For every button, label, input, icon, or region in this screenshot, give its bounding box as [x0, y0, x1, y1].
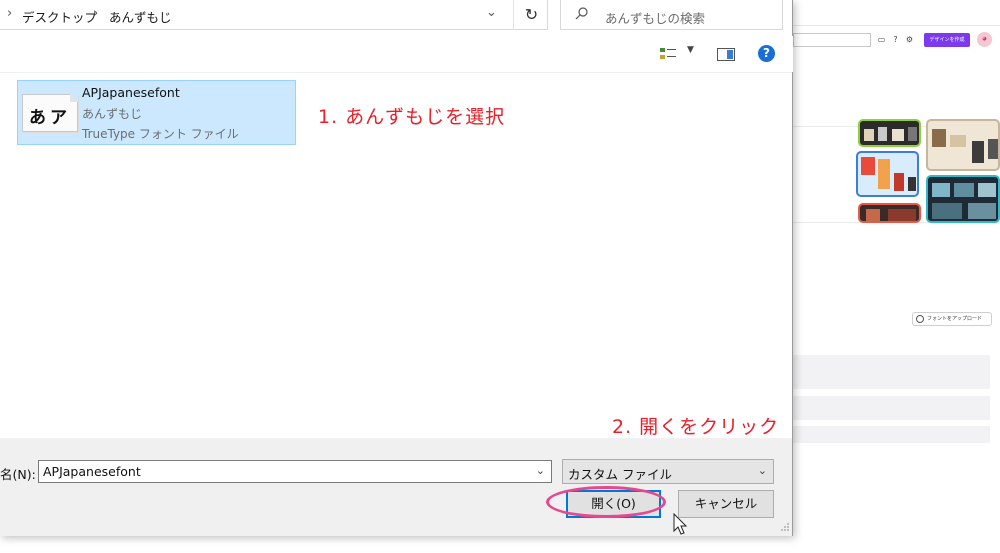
header-divider: [793, 25, 1000, 26]
address-bar[interactable]: › デスクトップ › あんずもじ ⌄: [0, 0, 548, 30]
placeholder-row: [793, 355, 990, 389]
refresh-icon[interactable]: ↻: [513, 0, 549, 30]
filetype-select[interactable]: カスタム ファイル ⌄: [562, 459, 774, 484]
chevron-down-icon[interactable]: ⌄: [536, 464, 545, 477]
create-design-button[interactable]: デザインを作成: [924, 33, 970, 47]
chevron-right-icon: ›: [7, 6, 13, 21]
preview-pane-icon[interactable]: [717, 48, 735, 61]
annotation-step1: 1. あんずもじを選択: [318, 106, 506, 128]
avatar[interactable]: ◕: [977, 32, 992, 47]
background-web-app: ▭ ? ⚙ デザインを作成 ◕ フォントをアップロード: [793, 0, 1000, 553]
annotation-step2: 2. 開くをクリック: [612, 416, 780, 438]
file-open-dialog: › デスクトップ › あんずもじ ⌄ ↻ あんずもじの検索 ▼ ? あア APJ…: [0, 0, 793, 536]
breadcrumb-anzumoji[interactable]: あんずもじ: [109, 7, 172, 26]
template-thumb[interactable]: [858, 119, 921, 147]
search-input[interactable]: あんずもじの検索: [560, 0, 783, 30]
resize-grip-icon[interactable]: [780, 522, 790, 532]
help-icon[interactable]: ?: [758, 45, 775, 62]
file-type: TrueType フォント ファイル: [82, 127, 239, 141]
upload-font-label: フォントをアップロード: [927, 316, 983, 322]
open-button-highlight: [546, 486, 666, 518]
cancel-button[interactable]: キャンセル: [678, 490, 774, 518]
dialog-toolbar: ▼ ?: [0, 36, 793, 72]
monitor-icon[interactable]: ▭: [877, 35, 886, 44]
view-options-icon[interactable]: [660, 47, 676, 61]
template-thumb[interactable]: [856, 151, 919, 197]
placeholder-row: [793, 426, 990, 443]
search-placeholder: あんずもじの検索: [605, 11, 706, 26]
web-search-input[interactable]: [793, 33, 871, 47]
filename-input[interactable]: APJapanesefont ⌄: [38, 460, 552, 483]
breadcrumb-desktop[interactable]: デスクトップ: [22, 7, 97, 26]
placeholder-row: [793, 396, 990, 420]
template-thumbnails: [856, 119, 1000, 223]
help-icon[interactable]: ?: [891, 35, 900, 44]
file-name: APJapanesefont: [82, 85, 180, 100]
cloud-upload-icon: [916, 315, 924, 323]
upload-font-button[interactable]: フォントをアップロード: [912, 312, 992, 326]
file-font-name: あんずもじ: [82, 107, 143, 121]
filename-value: APJapanesefont: [43, 464, 141, 479]
filename-label: 名(N):: [0, 467, 36, 482]
gear-icon[interactable]: ⚙: [905, 35, 914, 44]
font-preview-glyph: あア: [29, 108, 71, 128]
chevron-down-icon: ⌄: [757, 464, 767, 477]
template-thumb[interactable]: [858, 203, 921, 223]
file-item-apjapanesefont[interactable]: あア APJapanesefont あんずもじ TrueType フォント ファ…: [17, 80, 296, 145]
template-thumb[interactable]: [926, 175, 1000, 223]
template-thumb[interactable]: [926, 119, 1000, 171]
address-row: › デスクトップ › あんずもじ ⌄ ↻ あんずもじの検索: [0, 0, 793, 33]
view-dropdown-icon[interactable]: ▼: [687, 45, 694, 55]
font-file-icon: あア: [22, 94, 78, 132]
chevron-down-icon[interactable]: ⌄: [486, 5, 497, 20]
filetype-value: カスタム ファイル: [568, 467, 672, 482]
search-icon: [575, 7, 588, 20]
mouse-cursor-icon: [673, 513, 688, 535]
chevron-right-icon: ›: [93, 6, 99, 21]
